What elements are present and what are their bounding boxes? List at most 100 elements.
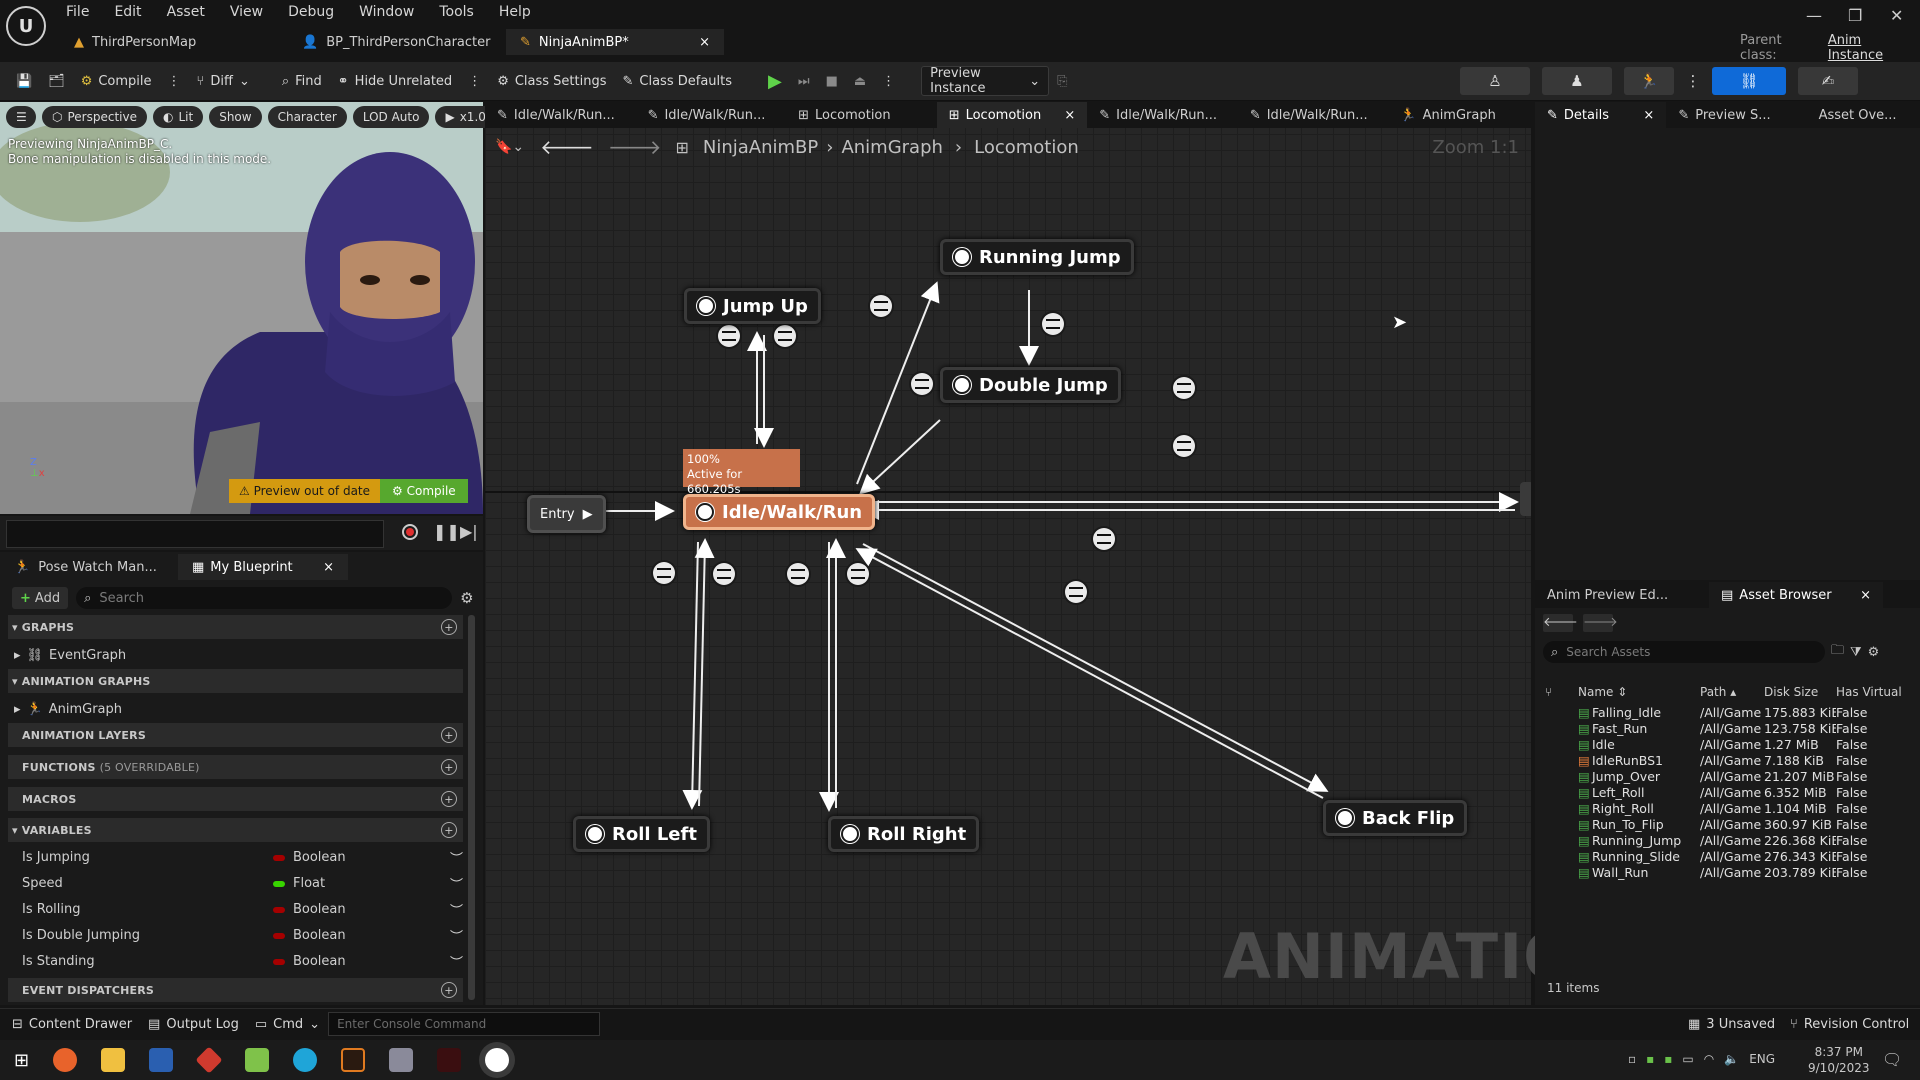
blueprint-mode-icon[interactable]: ⛓ [1712, 67, 1786, 95]
animation-graphs-section[interactable]: ▾ ANIMATION GRAPHS [8, 669, 463, 693]
animation-layers-section[interactable]: ANIMATION LAYERS + [8, 723, 463, 747]
tab-pose-watch[interactable]: 🏃 Pose Watch Man... [0, 554, 178, 580]
animation-mode-icon[interactable]: 🏃 [1624, 67, 1674, 95]
table-row[interactable]: ▤ Right_Roll/All/Game 1.104 MiB False [1545, 800, 1913, 816]
column-disk-size[interactable]: Disk Size [1764, 685, 1836, 699]
restore-icon[interactable]: ❐ [1848, 6, 1862, 25]
perspective-button[interactable]: ⬡ Perspective [42, 106, 147, 128]
transition-rule-icon[interactable] [1042, 313, 1064, 335]
transition-rule-icon[interactable] [1065, 581, 1087, 603]
physics-mode-icon[interactable]: ✍ [1798, 67, 1858, 95]
column-path[interactable]: Path ▴ [1700, 685, 1764, 699]
eject-icon[interactable]: ⏏ [846, 67, 874, 95]
tab-my-blueprint[interactable]: ▦ My Blueprint × [178, 554, 348, 580]
close-tab-icon[interactable]: × [699, 35, 710, 50]
state-jump-up[interactable]: Jump Up [684, 288, 821, 324]
lit-button[interactable]: ◐ Lit [152, 106, 204, 128]
language-indicator[interactable]: ENG [1749, 1052, 1775, 1066]
left-panel-scrollbar[interactable] [468, 615, 475, 1000]
tab-asset-browser[interactable]: ▤ Asset Browser × [1709, 582, 1883, 608]
transition-rule-icon[interactable] [774, 325, 796, 347]
hide-unrelated-button[interactable]: ⚭ Hide Unrelated [330, 67, 460, 95]
compile-options-icon[interactable]: ⋮ [160, 67, 189, 95]
tray-icon[interactable]: ▫ [1628, 1052, 1636, 1066]
graphs-section[interactable]: ▾ GRAPHS + [8, 615, 463, 639]
transition-rule-icon[interactable] [1173, 435, 1195, 457]
functions-section[interactable]: FUNCTIONS (5 OVERRIDABLE) + [8, 755, 463, 779]
debug-object-icon[interactable]: ⎘ [1049, 67, 1075, 95]
unreal-logo-icon[interactable]: U [6, 6, 46, 46]
notepad-icon[interactable] [245, 1048, 270, 1072]
tab-graph-idle-walk-run[interactable]: ✎ Idle/Walk/Run... [485, 102, 636, 128]
menu-debug[interactable]: Debug [288, 4, 334, 20]
forward-arrow-icon[interactable]: 🡒 [1583, 614, 1618, 632]
table-row[interactable]: ▤ IdleRunBS1/All/Game 7.188 KiB False [1545, 752, 1913, 768]
transition-rule-icon[interactable] [653, 562, 675, 584]
hide-options-icon[interactable]: ⋮ [460, 67, 489, 95]
tab-details[interactable]: ✎ Details × [1535, 102, 1667, 128]
variable-row[interactable]: Is Double Jumping Boolean ︶ [8, 923, 463, 948]
event-graph-item[interactable]: ▸ ⛓ EventGraph [8, 643, 469, 668]
variable-row[interactable]: Speed Float ︶ [8, 871, 463, 896]
blender-app-icon[interactable] [341, 1048, 366, 1072]
revision-control-button[interactable]: ⑂ Revision Control [1782, 1010, 1917, 1038]
add-graph-icon[interactable]: + [441, 619, 457, 635]
play-icon[interactable]: ▶ [760, 67, 790, 95]
mesh-mode-icon[interactable]: ♟ [1542, 67, 1612, 95]
timeline-scrubber[interactable] [6, 520, 384, 548]
show-button[interactable]: Show [209, 106, 262, 128]
back-arrow-icon[interactable]: 🡐 [1543, 614, 1578, 632]
macros-section[interactable]: MACROS + [8, 787, 463, 811]
variable-row[interactable]: Is Rolling Boolean ︶ [8, 897, 463, 922]
entry-node[interactable]: Entry ▶ [527, 495, 606, 533]
wifi-icon[interactable]: ◠ [1704, 1052, 1714, 1066]
tray-icon[interactable]: ▪ [1664, 1052, 1672, 1066]
transition-rule-icon[interactable] [787, 563, 809, 585]
media-app-icon[interactable] [437, 1048, 462, 1072]
step-forward-icon[interactable]: ▶| [460, 522, 478, 541]
event-dispatchers-section[interactable]: EVENT DISPATCHERS + [8, 978, 463, 1002]
firefox-icon[interactable] [53, 1048, 78, 1072]
table-row[interactable]: ▤ Running_Slide/All/Game 276.343 KiB False [1545, 848, 1913, 864]
blueprint-search-input[interactable]: ⌕ Search [76, 587, 453, 609]
table-row[interactable]: ▤ Left_Roll/All/Game 6.352 MiB False [1545, 784, 1913, 800]
battery-icon[interactable]: ▭ [1682, 1052, 1693, 1066]
class-settings-button[interactable]: ⚙ Class Settings [489, 67, 614, 95]
anim-graph-item[interactable]: ▸ 🏃 AnimGraph [8, 697, 469, 722]
state-double-jump[interactable]: Double Jump [940, 367, 1121, 403]
preview-instance-dropdown[interactable]: Preview Instance ⌄ [921, 66, 1050, 96]
character-button[interactable]: Character [267, 106, 347, 128]
add-button[interactable]: + Add [12, 587, 69, 609]
tab-graph-anim-graph[interactable]: 🏃 AnimGraph [1388, 102, 1531, 128]
transition-rule-icon[interactable] [870, 295, 892, 317]
volume-icon[interactable]: 🔈 [1724, 1052, 1739, 1066]
mode-options-icon[interactable]: ⋮ [1686, 67, 1701, 95]
filter-icon[interactable]: ⧩ [1850, 645, 1862, 660]
unreal-engine-taskbar-icon[interactable] [485, 1048, 510, 1072]
menu-asset[interactable]: Asset [167, 4, 205, 20]
add-dispatcher-icon[interactable]: + [441, 982, 457, 998]
gear-icon[interactable]: ⚙ [1868, 645, 1880, 660]
variables-section[interactable]: ▾ VARIABLES + [8, 818, 463, 842]
cmd-dropdown[interactable]: ▭ Cmd ⌄ [247, 1010, 328, 1038]
table-row[interactable]: ▤ Jump_Over/All/Game 21.207 MiB False [1545, 768, 1913, 784]
table-row[interactable]: ▤ Run_To_Flip/All/Game 360.97 KiB False [1545, 816, 1913, 832]
transition-rule-icon[interactable] [911, 373, 933, 395]
transition-rule-icon[interactable] [847, 563, 869, 585]
offscreen-state-node[interactable] [1520, 482, 1531, 516]
output-log-button[interactable]: ▤ Output Log [140, 1010, 247, 1038]
table-row[interactable]: ▤ Fast_Run/All/Game 123.758 KiB False [1545, 720, 1913, 736]
table-row[interactable]: ▤ Falling_Idle/All/Game 175.883 KiB False [1545, 704, 1913, 720]
compile-button[interactable]: ⚙ Compile [73, 67, 160, 95]
stop-icon[interactable]: ■ [818, 67, 846, 95]
gear-icon[interactable]: ⚙ [460, 589, 473, 607]
git-icon[interactable] [195, 1046, 223, 1074]
tab-graph-idle-walk-run[interactable]: ✎ Idle/Walk/Run... [636, 102, 787, 128]
transition-rule-icon[interactable] [718, 325, 740, 347]
content-drawer-button[interactable]: ⊟ Content Drawer [4, 1010, 140, 1038]
visibility-eye-icon[interactable]: ︶ [450, 926, 463, 945]
skeleton-mode-icon[interactable]: ♙ [1460, 67, 1530, 95]
breadcrumb-ninja-anim-bp[interactable]: NinjaAnimBP [703, 137, 818, 158]
parent-class-link[interactable]: Anim Instance [1828, 33, 1920, 63]
class-defaults-button[interactable]: ✎ Class Defaults [615, 67, 741, 95]
